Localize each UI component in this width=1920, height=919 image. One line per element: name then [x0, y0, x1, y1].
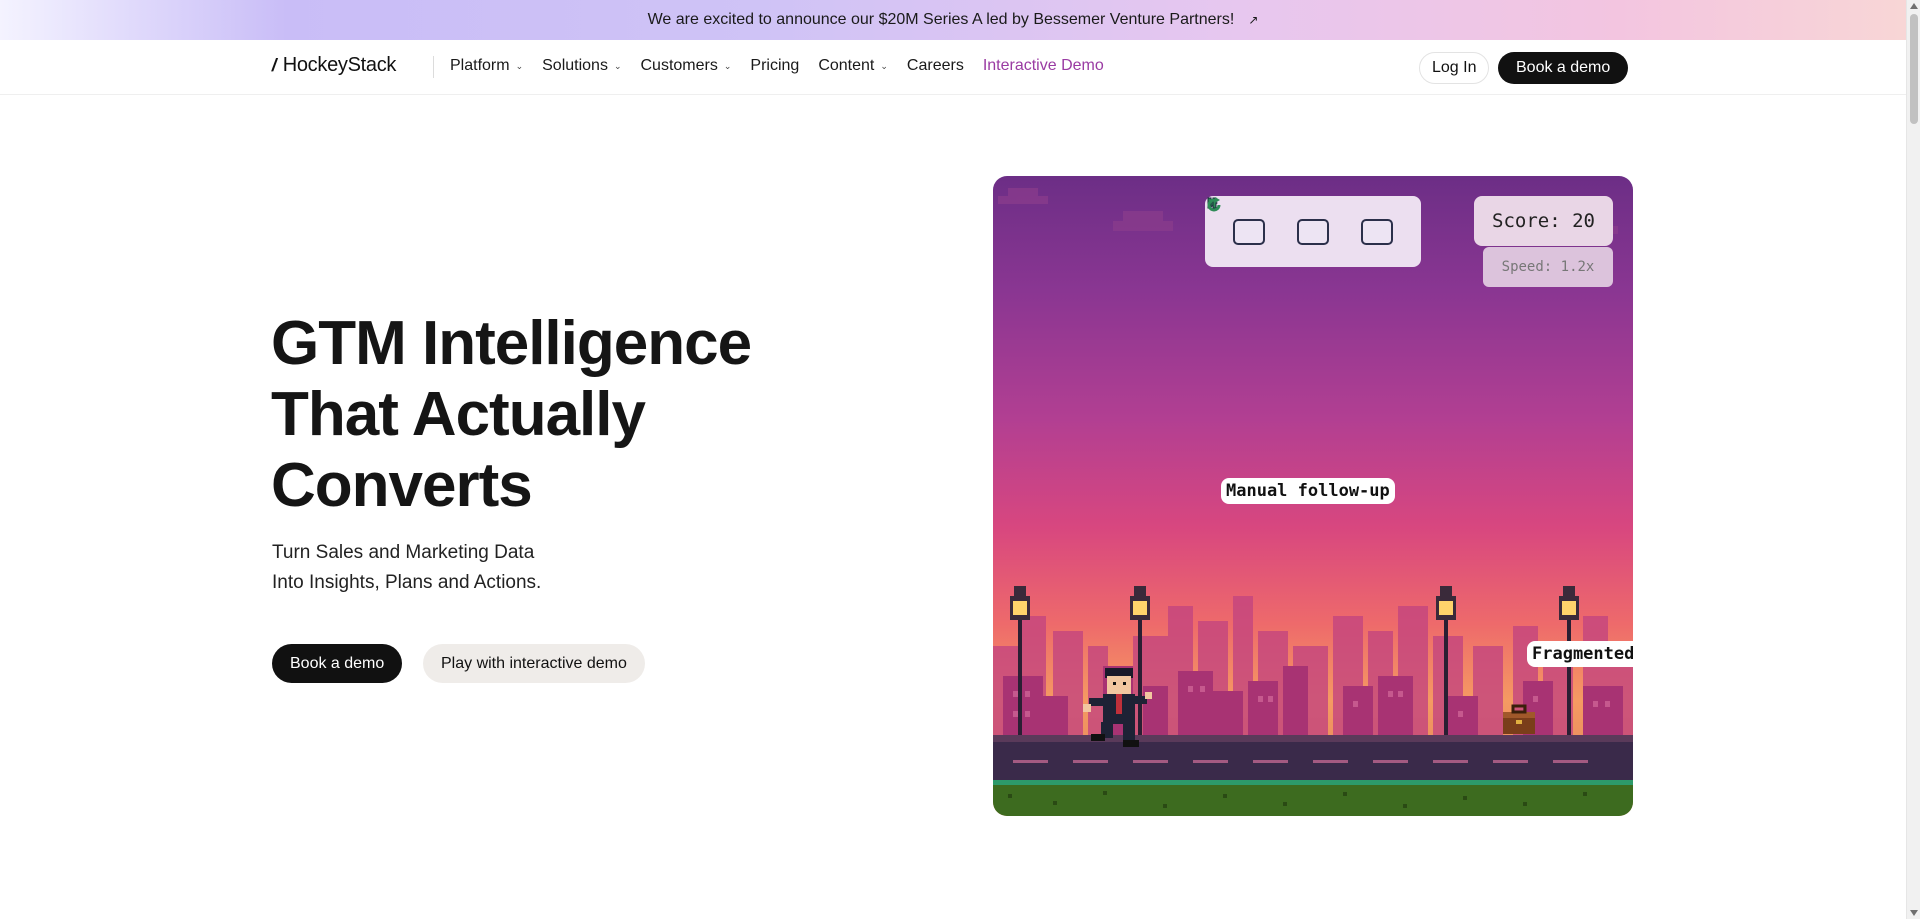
nav-item-pricing[interactable]: Pricing — [750, 57, 799, 75]
obstacle-label: Manual follow-up — [1221, 478, 1395, 504]
speed-display: Speed: 1.2x — [1483, 247, 1613, 287]
nav-item-interactive-demo[interactable]: Interactive Demo — [983, 57, 1104, 75]
hero-title: GTM Intelligence That Actually Converts — [271, 308, 752, 521]
nav-item-label: Customers — [640, 57, 718, 74]
chevron-down-icon: ⌄ — [880, 60, 888, 71]
hero-title-line: That Actually — [271, 380, 646, 449]
interactive-demo-button[interactable]: Play with interactive demo — [423, 644, 645, 683]
runner-game[interactable]: Score: 20 Speed: 1.2x Manual follow-up F… — [993, 176, 1633, 816]
nav-item-customers[interactable]: Customers ⌄ — [641, 57, 732, 75]
chevron-down-icon: ⌄ — [723, 60, 732, 71]
hero-subtitle-line: Into Insights, Plans and Actions. — [272, 572, 542, 593]
hero-title-line: GTM Intelligence — [271, 309, 752, 378]
nav-item-label: Interactive Demo — [982, 57, 1104, 74]
game-controls — [1205, 196, 1421, 267]
obstacle-label: Fragmented — [1527, 641, 1633, 667]
announcement-bar[interactable]: We are excited to announce our $20M Seri… — [0, 0, 1906, 40]
chevron-down-icon: ⌄ — [515, 60, 524, 71]
restart-button[interactable] — [1207, 197, 1393, 245]
scroll-up-icon[interactable] — [1910, 3, 1918, 9]
chevron-down-icon: ⌄ — [613, 60, 622, 71]
nav-links: Platform ⌄ Solutions ⌄ Customers ⌄ Prici… — [450, 57, 1104, 75]
nav-item-label: Content — [818, 57, 875, 74]
hero-subtitle: Turn Sales and Marketing Data Into Insig… — [272, 538, 541, 598]
score-display: Score: 20 — [1474, 196, 1613, 246]
hero-book-demo-button[interactable]: Book a demo — [272, 644, 403, 683]
nav-item-label: Careers — [906, 57, 964, 74]
scroll-down-icon[interactable] — [1910, 910, 1918, 916]
scrollbar-thumb[interactable] — [1910, 14, 1918, 124]
top-navigation: / HockeyStack Platform ⌄ Solutions ⌄ Cus… — [0, 40, 1906, 95]
announcement-text[interactable]: We are excited to announce our $20M Seri… — [648, 11, 1235, 29]
login-button[interactable]: Log In — [1419, 52, 1490, 84]
logo-mark-icon: / — [270, 55, 279, 75]
nav-item-platform[interactable]: Platform ⌄ — [450, 57, 523, 75]
curb — [993, 780, 1633, 785]
logo[interactable]: / HockeyStack — [270, 54, 397, 77]
play-button[interactable] — [1208, 197, 1265, 245]
logo-text: HockeyStack — [282, 54, 397, 76]
page-scrollbar[interactable] — [1906, 0, 1920, 919]
nav-item-label: Pricing — [750, 57, 800, 74]
pause-button[interactable] — [1207, 197, 1329, 245]
nav-item-label: Platform — [450, 57, 510, 74]
nav-item-content[interactable]: Content ⌄ — [818, 57, 888, 75]
nav-item-label: Solutions — [542, 57, 608, 74]
book-demo-button[interactable]: Book a demo — [1498, 52, 1629, 84]
hero-subtitle-line: Turn Sales and Marketing Data — [272, 542, 535, 563]
external-arrow-icon: ↗ — [1248, 13, 1259, 27]
nav-item-solutions[interactable]: Solutions ⌄ — [542, 57, 621, 75]
restart-icon — [1207, 197, 1221, 212]
grass — [993, 785, 1633, 816]
nav-item-careers[interactable]: Careers — [907, 57, 964, 75]
hero-title-line: Converts — [271, 451, 533, 520]
nav-divider — [433, 56, 434, 78]
